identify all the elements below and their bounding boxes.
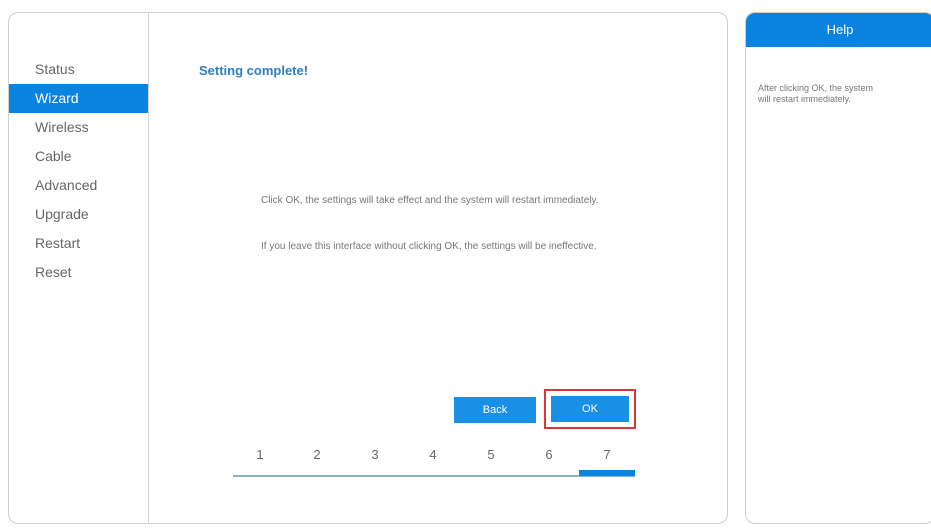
- page-title: Setting complete!: [199, 63, 309, 78]
- sidebar-item-advanced[interactable]: Advanced: [9, 171, 148, 200]
- step-4: 4: [429, 447, 437, 462]
- step-5: 5: [487, 447, 495, 462]
- sidebar-item-restart[interactable]: Restart: [9, 229, 148, 258]
- step-2: 2: [313, 447, 321, 462]
- ok-button[interactable]: OK: [551, 396, 629, 422]
- wizard-step-indicator: 1 2 3 4 5 6 7: [233, 443, 635, 479]
- sidebar-item-status[interactable]: Status: [9, 55, 148, 84]
- back-button[interactable]: Back: [454, 397, 536, 423]
- wizard-content: Setting complete! Click OK, the settings…: [149, 13, 727, 523]
- step-1: 1: [256, 447, 264, 462]
- help-panel: Help After clicking OK, the system will …: [745, 12, 931, 524]
- help-text: After clicking OK, the system will resta…: [758, 83, 874, 104]
- warning-message: If you leave this interface without clic…: [261, 241, 597, 252]
- sidebar-item-cable[interactable]: Cable: [9, 142, 148, 171]
- confirm-message: Click OK, the settings will take effect …: [261, 195, 599, 206]
- sidebar-item-wireless[interactable]: Wireless: [9, 113, 148, 142]
- sidebar-item-reset[interactable]: Reset: [9, 258, 148, 287]
- help-title: Help: [746, 13, 931, 47]
- step-6: 6: [545, 447, 553, 462]
- main-panel: Status Wizard Wireless Cable Advanced Up…: [8, 12, 728, 524]
- sidebar-item-wizard[interactable]: Wizard: [9, 84, 148, 113]
- ok-button-highlight: OK: [544, 389, 636, 429]
- sidebar-item-upgrade[interactable]: Upgrade: [9, 200, 148, 229]
- step-progress-track: [233, 475, 635, 477]
- sidebar-nav: Status Wizard Wireless Cable Advanced Up…: [9, 13, 149, 523]
- step-7: 7: [603, 447, 611, 462]
- step-current-marker: [579, 470, 635, 476]
- step-3: 3: [371, 447, 379, 462]
